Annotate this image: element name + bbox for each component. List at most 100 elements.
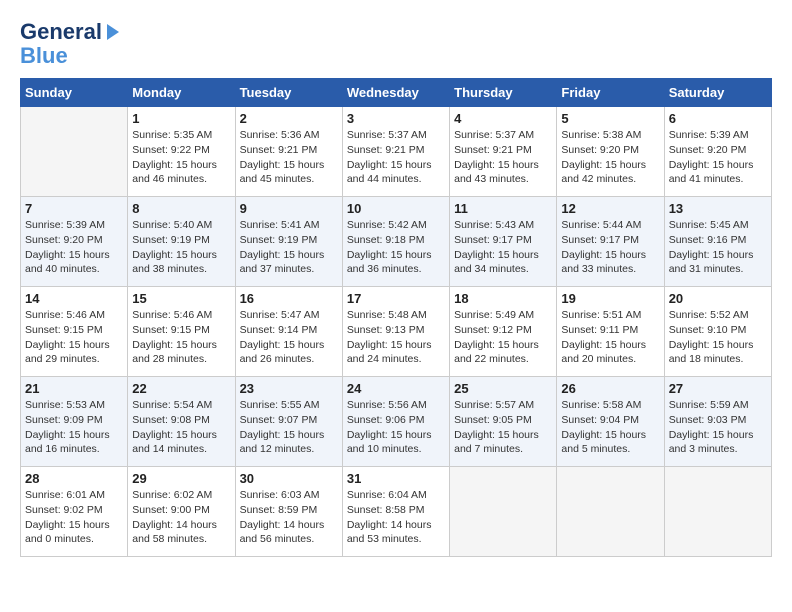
day-number: 6 — [669, 111, 767, 126]
cell-info: Sunrise: 5:40 AMSunset: 9:19 PMDaylight:… — [132, 218, 230, 277]
calendar-cell: 14 Sunrise: 5:46 AMSunset: 9:15 PMDayligh… — [21, 287, 128, 377]
calendar-cell: 20 Sunrise: 5:52 AMSunset: 9:10 PMDayligh… — [664, 287, 771, 377]
calendar-cell: 21 Sunrise: 5:53 AMSunset: 9:09 PMDayligh… — [21, 377, 128, 467]
day-number: 13 — [669, 201, 767, 216]
calendar-cell: 1 Sunrise: 5:35 AMSunset: 9:22 PMDaylight… — [128, 107, 235, 197]
cell-info: Sunrise: 5:46 AMSunset: 9:15 PMDaylight:… — [25, 308, 123, 367]
calendar-cell — [664, 467, 771, 557]
calendar-cell: 4 Sunrise: 5:37 AMSunset: 9:21 PMDaylight… — [450, 107, 557, 197]
col-header-friday: Friday — [557, 79, 664, 107]
cell-info: Sunrise: 5:36 AMSunset: 9:21 PMDaylight:… — [240, 128, 338, 187]
column-headers: SundayMondayTuesdayWednesdayThursdayFrid… — [21, 79, 772, 107]
week-row-4: 21 Sunrise: 5:53 AMSunset: 9:09 PMDayligh… — [21, 377, 772, 467]
day-number: 2 — [240, 111, 338, 126]
calendar-cell — [557, 467, 664, 557]
col-header-wednesday: Wednesday — [342, 79, 449, 107]
cell-info: Sunrise: 5:48 AMSunset: 9:13 PMDaylight:… — [347, 308, 445, 367]
cell-info: Sunrise: 6:02 AMSunset: 9:00 PMDaylight:… — [132, 488, 230, 547]
logo-arrow-icon — [107, 24, 119, 40]
day-number: 22 — [132, 381, 230, 396]
calendar-cell: 12 Sunrise: 5:44 AMSunset: 9:17 PMDayligh… — [557, 197, 664, 287]
cell-info: Sunrise: 6:04 AMSunset: 8:58 PMDaylight:… — [347, 488, 445, 547]
week-row-1: 1 Sunrise: 5:35 AMSunset: 9:22 PMDaylight… — [21, 107, 772, 197]
day-number: 21 — [25, 381, 123, 396]
day-number: 24 — [347, 381, 445, 396]
cell-info: Sunrise: 5:37 AMSunset: 9:21 PMDaylight:… — [454, 128, 552, 187]
cell-info: Sunrise: 5:44 AMSunset: 9:17 PMDaylight:… — [561, 218, 659, 277]
calendar-cell: 27Sunrise: 5:59 AMSunset: 9:03 PMDayligh… — [664, 377, 771, 467]
day-number: 8 — [132, 201, 230, 216]
col-header-tuesday: Tuesday — [235, 79, 342, 107]
day-number: 4 — [454, 111, 552, 126]
cell-info: Sunrise: 5:47 AMSunset: 9:14 PMDaylight:… — [240, 308, 338, 367]
cell-info: Sunrise: 6:03 AMSunset: 8:59 PMDaylight:… — [240, 488, 338, 547]
col-header-monday: Monday — [128, 79, 235, 107]
cell-info: Sunrise: 5:59 AMSunset: 9:03 PMDaylight:… — [669, 398, 767, 457]
day-number: 19 — [561, 291, 659, 306]
page-header: General Blue — [20, 20, 772, 68]
calendar-cell: 2 Sunrise: 5:36 AMSunset: 9:21 PMDaylight… — [235, 107, 342, 197]
day-number: 17 — [347, 291, 445, 306]
cell-info: Sunrise: 5:56 AMSunset: 9:06 PMDaylight:… — [347, 398, 445, 457]
day-number: 23 — [240, 381, 338, 396]
day-number: 15 — [132, 291, 230, 306]
calendar-cell: 22 Sunrise: 5:54 AMSunset: 9:08 PMDayligh… — [128, 377, 235, 467]
day-number: 20 — [669, 291, 767, 306]
day-number: 9 — [240, 201, 338, 216]
day-number: 29 — [132, 471, 230, 486]
logo-text-blue: Blue — [20, 43, 68, 68]
day-number: 14 — [25, 291, 123, 306]
cell-info: Sunrise: 5:57 AMSunset: 9:05 PMDaylight:… — [454, 398, 552, 457]
cell-info: Sunrise: 5:39 AMSunset: 9:20 PMDaylight:… — [669, 128, 767, 187]
calendar-cell — [450, 467, 557, 557]
calendar-cell — [21, 107, 128, 197]
calendar-cell: 25Sunrise: 5:57 AMSunset: 9:05 PMDayligh… — [450, 377, 557, 467]
calendar-table: SundayMondayTuesdayWednesdayThursdayFrid… — [20, 78, 772, 557]
week-row-2: 7 Sunrise: 5:39 AMSunset: 9:20 PMDaylight… — [21, 197, 772, 287]
col-header-sunday: Sunday — [21, 79, 128, 107]
cell-info: Sunrise: 5:43 AMSunset: 9:17 PMDaylight:… — [454, 218, 552, 277]
day-number: 12 — [561, 201, 659, 216]
logo-text-general: General — [20, 20, 102, 44]
day-number: 3 — [347, 111, 445, 126]
calendar-cell: 16 Sunrise: 5:47 AMSunset: 9:14 PMDayligh… — [235, 287, 342, 377]
day-number: 18 — [454, 291, 552, 306]
cell-info: Sunrise: 5:39 AMSunset: 9:20 PMDaylight:… — [25, 218, 123, 277]
cell-info: Sunrise: 5:42 AMSunset: 9:18 PMDaylight:… — [347, 218, 445, 277]
calendar-cell: 24 Sunrise: 5:56 AMSunset: 9:06 PMDayligh… — [342, 377, 449, 467]
cell-info: Sunrise: 5:46 AMSunset: 9:15 PMDaylight:… — [132, 308, 230, 367]
cell-info: Sunrise: 5:35 AMSunset: 9:22 PMDaylight:… — [132, 128, 230, 187]
day-number: 31 — [347, 471, 445, 486]
day-number: 1 — [132, 111, 230, 126]
calendar-cell: 31 Sunrise: 6:04 AMSunset: 8:58 PMDayligh… — [342, 467, 449, 557]
calendar-cell: 6 Sunrise: 5:39 AMSunset: 9:20 PMDaylight… — [664, 107, 771, 197]
day-number: 7 — [25, 201, 123, 216]
cell-info: Sunrise: 5:53 AMSunset: 9:09 PMDaylight:… — [25, 398, 123, 457]
day-number: 5 — [561, 111, 659, 126]
cell-info: Sunrise: 5:37 AMSunset: 9:21 PMDaylight:… — [347, 128, 445, 187]
calendar-cell: 28Sunrise: 6:01 AMSunset: 9:02 PMDayligh… — [21, 467, 128, 557]
calendar-cell: 11 Sunrise: 5:43 AMSunset: 9:17 PMDayligh… — [450, 197, 557, 287]
col-header-saturday: Saturday — [664, 79, 771, 107]
calendar-cell: 30Sunrise: 6:03 AMSunset: 8:59 PMDayligh… — [235, 467, 342, 557]
calendar-cell: 3 Sunrise: 5:37 AMSunset: 9:21 PMDaylight… — [342, 107, 449, 197]
cell-info: Sunrise: 5:55 AMSunset: 9:07 PMDaylight:… — [240, 398, 338, 457]
calendar-cell: 10Sunrise: 5:42 AMSunset: 9:18 PMDayligh… — [342, 197, 449, 287]
day-number: 16 — [240, 291, 338, 306]
calendar-cell: 5 Sunrise: 5:38 AMSunset: 9:20 PMDaylight… — [557, 107, 664, 197]
day-number: 11 — [454, 201, 552, 216]
cell-info: Sunrise: 5:58 AMSunset: 9:04 PMDaylight:… — [561, 398, 659, 457]
cell-info: Sunrise: 5:51 AMSunset: 9:11 PMDaylight:… — [561, 308, 659, 367]
calendar-cell: 23 Sunrise: 5:55 AMSunset: 9:07 PMDayligh… — [235, 377, 342, 467]
calendar-cell: 8 Sunrise: 5:40 AMSunset: 9:19 PMDaylight… — [128, 197, 235, 287]
calendar-cell: 13Sunrise: 5:45 AMSunset: 9:16 PMDayligh… — [664, 197, 771, 287]
calendar-cell: 18Sunrise: 5:49 AMSunset: 9:12 PMDayligh… — [450, 287, 557, 377]
logo: General Blue — [20, 20, 119, 68]
calendar-cell: 26Sunrise: 5:58 AMSunset: 9:04 PMDayligh… — [557, 377, 664, 467]
cell-info: Sunrise: 5:52 AMSunset: 9:10 PMDaylight:… — [669, 308, 767, 367]
calendar-cell: 15 Sunrise: 5:46 AMSunset: 9:15 PMDayligh… — [128, 287, 235, 377]
cell-info: Sunrise: 6:01 AMSunset: 9:02 PMDaylight:… — [25, 488, 123, 547]
cell-info: Sunrise: 5:54 AMSunset: 9:08 PMDaylight:… — [132, 398, 230, 457]
cell-info: Sunrise: 5:38 AMSunset: 9:20 PMDaylight:… — [561, 128, 659, 187]
col-header-thursday: Thursday — [450, 79, 557, 107]
